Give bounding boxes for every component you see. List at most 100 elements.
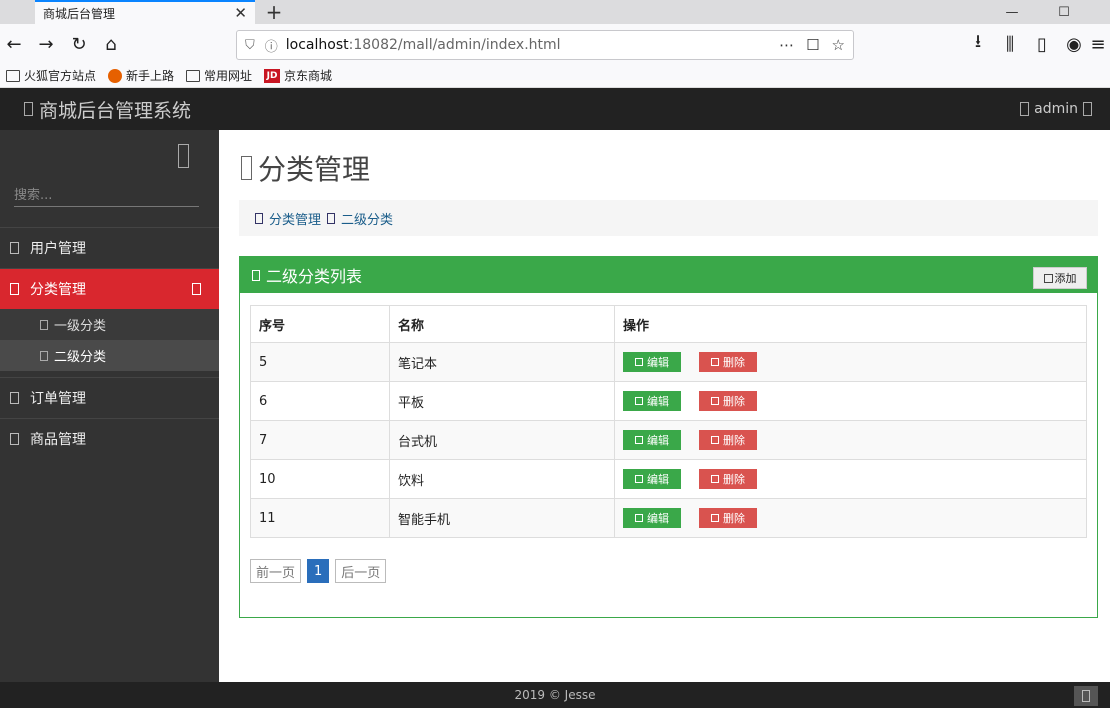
edit-button[interactable]: 编辑	[623, 391, 681, 411]
minimize-icon[interactable]: —	[994, 0, 1030, 24]
edit-button[interactable]: 编辑	[623, 508, 681, 528]
tab-title: 商城后台管理	[43, 6, 116, 21]
breadcrumb-item[interactable]: 二级分类	[341, 209, 393, 228]
order-icon	[10, 392, 19, 404]
cell-name: 笔记本	[389, 342, 615, 382]
user-menu[interactable]: admin	[1020, 88, 1092, 130]
bookmark-label: 京东商城	[284, 69, 333, 83]
bookmark-item[interactable]: JD 京东商城	[264, 67, 332, 84]
sidebar-collapse-icon[interactable]	[178, 144, 189, 168]
edit-icon	[635, 436, 643, 444]
sidebar-item-orders[interactable]: 订单管理	[0, 377, 219, 418]
page-title-text: 分类管理	[258, 153, 371, 186]
pocket-icon[interactable]: ☐	[806, 36, 819, 54]
column-header: 序号	[250, 305, 390, 343]
url-path: :18082/mall/admin/index.html	[348, 37, 561, 53]
cell-id: 5	[250, 342, 390, 382]
pagination: 前一页 1 后一页	[250, 559, 387, 583]
delete-button[interactable]: 删除	[699, 391, 757, 411]
back-to-top-button[interactable]	[1074, 686, 1098, 706]
sidebar-subitem-level1[interactable]: 一级分类	[0, 309, 219, 340]
next-page-button[interactable]: 后一页	[335, 559, 387, 583]
cell-actions: 编辑 删除	[614, 381, 1087, 421]
delete-button[interactable]: 删除	[699, 430, 757, 450]
product-icon	[10, 433, 19, 445]
brand[interactable]: 商城后台管理系统	[24, 96, 191, 123]
add-button[interactable]: 添加	[1033, 267, 1087, 289]
forward-icon[interactable]: →	[34, 32, 58, 56]
menu-icon[interactable]: ≡	[1086, 32, 1110, 56]
bookmark-star-icon[interactable]: ☆	[832, 36, 845, 54]
edit-button[interactable]: 编辑	[623, 469, 681, 489]
browser-tab[interactable]: 商城后台管理 ✕	[35, 0, 255, 24]
app-header: 商城后台管理系统 admin	[0, 88, 1110, 130]
library-icon[interactable]: ⫼	[998, 32, 1022, 56]
cell-id: 10	[250, 459, 390, 499]
column-header: 操作	[614, 305, 1087, 343]
category-icon	[241, 156, 252, 180]
sidebar-item-products[interactable]: 商品管理	[0, 418, 219, 459]
user-icon	[10, 242, 19, 254]
cell-actions: 编辑 删除	[614, 459, 1087, 499]
folder-icon	[6, 69, 20, 82]
table-row: 6 平板 编辑 删除	[250, 381, 1087, 421]
back-icon[interactable]: ←	[2, 32, 26, 56]
url-bar[interactable]: ⛉ ⓘ localhost:18082/mall/admin/index.htm…	[236, 30, 854, 60]
more-icon[interactable]: ⋯	[779, 36, 794, 54]
plus-icon	[1043, 273, 1053, 283]
search-input[interactable]	[14, 185, 199, 206]
sidebar-item-users[interactable]: 用户管理	[0, 227, 219, 268]
maximize-icon[interactable]: ☐	[1046, 0, 1082, 24]
column-header: 名称	[389, 305, 615, 343]
edit-label: 编辑	[647, 356, 669, 369]
new-tab-icon[interactable]: +	[262, 0, 286, 24]
list-icon	[40, 319, 48, 330]
delete-button[interactable]: 删除	[699, 352, 757, 372]
footer-text: 2019 © Jesse	[514, 688, 596, 702]
app-title: 商城后台管理系统	[39, 99, 192, 122]
search-field[interactable]	[14, 185, 199, 207]
category-table: 序号 名称 操作 5 笔记本 编辑 删除 6 平板 编辑 删除 7 台式机 编辑…	[250, 305, 1087, 538]
sidebar-item-category[interactable]: 分类管理	[0, 268, 219, 309]
current-page-button[interactable]: 1	[307, 559, 330, 583]
reload-icon[interactable]: ↻	[67, 32, 91, 56]
bookmark-item[interactable]: 火狐官方站点	[6, 67, 96, 84]
bookmark-item[interactable]: 常用网址	[186, 67, 252, 84]
sidebar-toggle-icon[interactable]: ▯	[1030, 32, 1054, 56]
bookmark-label: 火狐官方站点	[24, 69, 97, 83]
bookmark-item[interactable]: 新手上路	[108, 67, 174, 84]
sidebar-subitem-level2[interactable]: 二级分类	[0, 340, 219, 371]
sidebar-item-label: 分类管理	[30, 282, 86, 298]
category-panel: 二级分类列表 添加 序号 名称 操作 5 笔记本 编辑 删除 6 平板 编辑 删…	[239, 256, 1098, 618]
table-row: 7 台式机 编辑 删除	[250, 420, 1087, 460]
cell-id: 7	[250, 420, 390, 460]
browser-nav-bar: ← → ↻ ⌂ ⛉ ⓘ localhost:18082/mall/admin/i…	[0, 24, 1110, 64]
info-icon: ⓘ	[264, 39, 278, 55]
caret-down-icon	[1083, 102, 1092, 116]
delete-label: 删除	[723, 395, 745, 408]
close-tab-icon[interactable]: ✕	[234, 4, 247, 22]
cell-name: 台式机	[389, 420, 615, 460]
sidebar-item-label: 商品管理	[30, 432, 86, 448]
list-icon	[327, 212, 336, 224]
download-icon[interactable]: ⭳	[966, 31, 990, 56]
delete-button[interactable]: 删除	[699, 469, 757, 489]
bookmark-label: 常用网址	[204, 69, 253, 83]
home-icon[interactable]: ⌂	[99, 32, 123, 56]
category-submenu: 一级分类 二级分类	[0, 309, 219, 371]
chevron-down-icon	[192, 283, 201, 295]
sidebar: 用户管理 分类管理 一级分类 二级分类 订单管理 商品管理	[0, 130, 219, 682]
add-button-label: 添加	[1054, 272, 1077, 285]
edit-button[interactable]: 编辑	[623, 430, 681, 450]
breadcrumb-item[interactable]: 分类管理	[269, 209, 321, 228]
edit-label: 编辑	[647, 512, 669, 525]
edit-button[interactable]: 编辑	[623, 352, 681, 372]
list-icon	[40, 350, 48, 361]
delete-label: 删除	[723, 512, 745, 525]
account-icon[interactable]: ◉	[1062, 32, 1086, 56]
prev-page-button[interactable]: 前一页	[250, 559, 302, 583]
delete-button[interactable]: 删除	[699, 508, 757, 528]
bookmark-label: 新手上路	[126, 69, 175, 83]
trash-icon	[711, 358, 719, 366]
edit-icon	[635, 358, 643, 366]
